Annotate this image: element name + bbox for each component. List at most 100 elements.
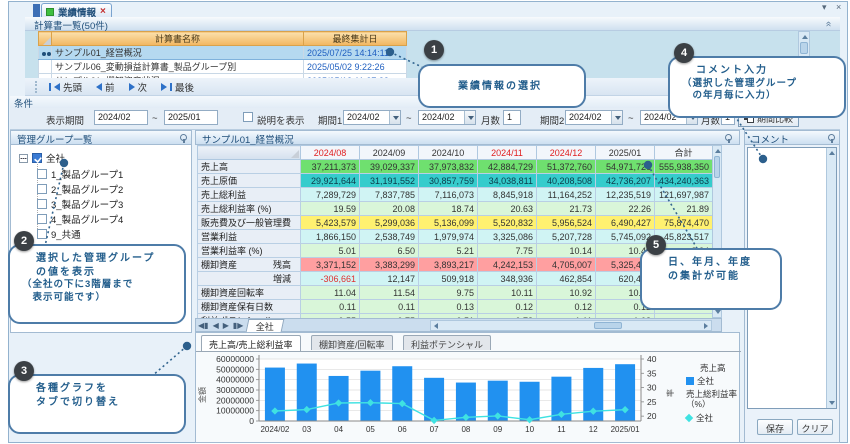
sheet-last-icon[interactable]: ▮▶ [231, 321, 246, 330]
grid-cell[interactable]: 20.63 [478, 202, 537, 216]
period1-from-combo[interactable]: 2024/02 [343, 110, 401, 125]
grid-cell[interactable]: 3,383,299 [360, 258, 419, 272]
display-from-input[interactable]: 2024/02 [94, 110, 148, 125]
grid-cell[interactable]: 434,240,363 [655, 174, 713, 188]
grid-cell[interactable]: 5,956,524 [537, 216, 596, 230]
tree-node-group[interactable]: 3_製品グループ3 [37, 197, 123, 211]
comment-scrollbar[interactable] [826, 148, 836, 408]
grid-cell[interactable]: 21.89 [655, 202, 713, 216]
grid-cell[interactable]: 75,874,470 [655, 216, 713, 230]
grid-cell[interactable]: 2,538,749 [360, 230, 419, 244]
tree-node-group[interactable]: 9_共通 [37, 227, 81, 241]
chart-tab[interactable]: 棚卸資産/回転率 [311, 335, 393, 350]
display-to-input[interactable]: 2025/01 [164, 110, 218, 125]
grid-cell[interactable]: 19.59 [301, 202, 360, 216]
grid-cell[interactable]: 11.54 [360, 286, 419, 300]
sheet-tab-all-company[interactable]: 全社 [246, 319, 285, 332]
tree-node-group[interactable]: 4_製品グループ4 [37, 212, 123, 226]
grid-cell[interactable]: 4,242,153 [478, 258, 537, 272]
group-checkbox[interactable] [37, 229, 47, 239]
root-checkbox[interactable] [32, 153, 42, 163]
grid-cell[interactable]: 39,029,337 [360, 160, 419, 174]
sheet-first-icon[interactable]: ◀▮ [196, 321, 211, 330]
grid-cell[interactable]: 12,147 [360, 272, 419, 286]
grid-cell[interactable]: 22.26 [596, 202, 655, 216]
grid-cell[interactable]: 5,136,099 [419, 216, 478, 230]
nav-prev-button[interactable]: 前 [92, 80, 119, 94]
grid-month-header[interactable]: 2025/01 [596, 146, 655, 160]
grid-cell[interactable]: 34,038,811 [478, 174, 537, 188]
grid-month-header[interactable]: 2024/09 [360, 146, 419, 160]
tree-node-root[interactable]: 全社 [19, 151, 65, 165]
grid-cell[interactable]: 7,116,073 [419, 188, 478, 202]
grid-cell[interactable]: 10.92 [537, 286, 596, 300]
grid-cell[interactable]: 10.11 [478, 286, 537, 300]
group-checkbox[interactable] [37, 169, 47, 179]
col-header-date[interactable]: 最終集計日 [304, 32, 407, 46]
chart-tab[interactable]: 売上高/売上総利益率 [201, 335, 301, 351]
save-button[interactable]: 保存 [757, 419, 793, 435]
grid-cell[interactable]: 1,866,150 [301, 230, 360, 244]
grid-cell[interactable]: 5.21 [419, 244, 478, 258]
minimize-icon[interactable]: ▾ [822, 2, 827, 13]
grid-month-header[interactable]: 2024/10 [419, 146, 478, 160]
grid-cell[interactable]: 42,736,207 [596, 174, 655, 188]
grid-cell[interactable]: 3,893,217 [419, 258, 478, 272]
col-header-name[interactable]: 計算書名称 [52, 32, 304, 46]
grid-cell[interactable]: 555,938,350 [655, 160, 713, 174]
calc-sheet-name[interactable]: サンプル01_経営概況 [52, 46, 304, 60]
clear-button[interactable]: クリア [797, 419, 833, 435]
grid-cell[interactable]: 10.14 [537, 244, 596, 258]
nav-last-button[interactable]: 最後 [157, 80, 198, 94]
sheet-prev-icon[interactable]: ◀ [211, 321, 221, 330]
grid-cell[interactable]: 20.08 [360, 202, 419, 216]
grid-cell[interactable]: 6,490,427 [596, 216, 655, 230]
grid-cell[interactable]: 7,837,785 [360, 188, 419, 202]
grid-cell[interactable]: 9.75 [419, 286, 478, 300]
grid-cell[interactable]: 21.73 [537, 202, 596, 216]
calc-sheet-name[interactable]: サンプル06_変動損益計算書_製品グループ別 [52, 60, 304, 74]
grid-cell[interactable]: -306,661 [301, 272, 360, 286]
grid-cell[interactable]: 42,884,729 [478, 160, 537, 174]
grid-cell[interactable]: 12,235,519 [596, 188, 655, 202]
grid-cell[interactable]: 7,289,729 [301, 188, 360, 202]
group-checkbox[interactable] [37, 199, 47, 209]
grid-cell[interactable]: 5,520,832 [478, 216, 537, 230]
grid-month-header[interactable]: 合計 [655, 146, 713, 160]
group-checkbox[interactable] [37, 214, 47, 224]
grid-cell[interactable]: 29,921,644 [301, 174, 360, 188]
grid-cell[interactable]: 1,979,974 [419, 230, 478, 244]
grid-cell[interactable]: 0.13 [419, 300, 478, 314]
grid-cell[interactable]: 462,854 [537, 272, 596, 286]
period1-to-combo[interactable]: 2024/02 [418, 110, 476, 125]
grid-cell[interactable]: 348,936 [478, 272, 537, 286]
grid-cell[interactable]: 30,857,759 [419, 174, 478, 188]
pin-icon[interactable] [179, 134, 188, 143]
grid-cell[interactable]: 0.12 [537, 300, 596, 314]
grid-hscrollbar[interactable] [430, 320, 712, 331]
grid-cell[interactable]: 11,164,252 [537, 188, 596, 202]
grid-cell[interactable]: 51,372,760 [537, 160, 596, 174]
tab-close-icon[interactable]: × [100, 6, 106, 17]
months1-input[interactable]: 1 [503, 110, 521, 125]
grid-cell[interactable]: 509,918 [419, 272, 478, 286]
grid-month-header[interactable]: 2024/11 [478, 146, 537, 160]
grid-cell[interactable]: 3,325,086 [478, 230, 537, 244]
grid-cell[interactable]: 4,705,007 [537, 258, 596, 272]
tab-performance-info[interactable]: 業績情報 × [41, 3, 112, 18]
grid-cell[interactable]: 5,299,036 [360, 216, 419, 230]
sheet-next-icon[interactable]: ▶ [221, 321, 231, 330]
grid-cell[interactable]: 121,697,987 [655, 188, 713, 202]
grid-cell[interactable]: 31,191,552 [360, 174, 419, 188]
collapse-icon[interactable]: « [824, 21, 832, 27]
grid-cell[interactable]: 8,845,918 [478, 188, 537, 202]
grid-cell[interactable]: 7.75 [478, 244, 537, 258]
table-row[interactable]: サンプル06_変動損益計算書_製品グループ別2025/05/02 9:22:26 [39, 60, 407, 74]
table-row[interactable]: サンプル01_経営概況2025/07/25 14:14:11 [39, 46, 407, 60]
tree-node-group[interactable]: 1_製品グループ1 [37, 167, 123, 181]
grid-cell[interactable]: 5.01 [301, 244, 360, 258]
grid-cell[interactable]: 40,208,508 [537, 174, 596, 188]
grid-cell[interactable]: 0.12 [478, 300, 537, 314]
tree-node-group[interactable]: 2_製品グループ2 [37, 182, 123, 196]
grid-cell[interactable]: 11.04 [301, 286, 360, 300]
